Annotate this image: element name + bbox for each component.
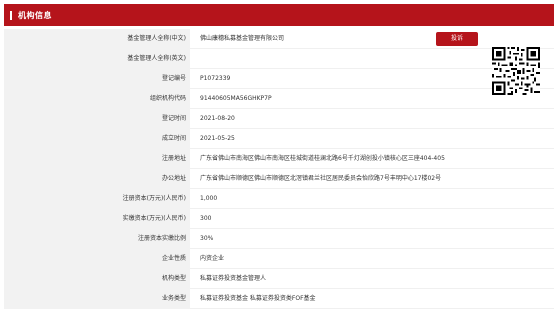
row-label: 注册资本实缴比例: [4, 228, 190, 249]
table-row: 实缴资本(万元)(人民币) 300: [4, 208, 554, 229]
section-title: 机构信息: [18, 11, 52, 20]
qr-code-icon: [492, 47, 540, 95]
row-label: 企业性质: [4, 248, 190, 269]
header-accent-bar: [10, 11, 12, 20]
row-label: 机构类型: [4, 268, 190, 289]
table-row: 登记编号 P1072339: [4, 68, 554, 89]
row-label: 注册地址: [4, 148, 190, 169]
table-row: 办公地址 广东省佛山市顺德区佛山市顺德区北滘镇君兰社区居民委员会怡欣路7号丰明中…: [4, 168, 554, 189]
row-label: 登记时间: [4, 108, 190, 129]
row-value: 私募证券投资基金管理人: [190, 268, 554, 289]
table-row: 业务类型 私募证券投资基金 私募证券投资类FOF基金: [4, 288, 554, 309]
table-row: 企业性质 内资企业: [4, 248, 554, 269]
complain-button[interactable]: 投诉: [436, 32, 478, 46]
row-value: 2021-05-25: [190, 128, 554, 149]
table-row: 成立时间 2021-05-25: [4, 128, 554, 149]
section-header: 机构信息: [4, 4, 554, 26]
row-label: 实缴资本(万元)(人民币): [4, 208, 190, 229]
row-value: 内资企业: [190, 248, 554, 269]
table-row: 机构类型 私募证券投资基金管理人: [4, 268, 554, 289]
row-label: 办公地址: [4, 168, 190, 189]
row-label: 登记编号: [4, 68, 190, 89]
row-label: 组织机构代码: [4, 88, 190, 109]
table-row: 注册资本(万元)(人民币) 1,000: [4, 188, 554, 209]
table-row: 登记时间 2021-08-20: [4, 108, 554, 129]
row-label: 基金管理人全称(英文): [4, 48, 190, 69]
row-label: 业务类型: [4, 288, 190, 309]
row-value: 广东省佛山市南海区佛山市南海区桂城街道桂澜北路6号千灯湖创投小镇核心区三座404…: [190, 148, 554, 169]
row-label: 成立时间: [4, 128, 190, 149]
row-value: 广东省佛山市顺德区佛山市顺德区北滘镇君兰社区居民委员会怡欣路7号丰明中心17楼0…: [190, 168, 554, 189]
row-label: 注册资本(万元)(人民币): [4, 188, 190, 209]
row-label: 基金管理人全称(中文): [4, 28, 190, 49]
table-row: 注册地址 广东省佛山市南海区佛山市南海区桂城街道桂澜北路6号千灯湖创投小镇核心区…: [4, 148, 554, 169]
row-value: 30%: [190, 228, 554, 249]
info-table: 基金管理人全称(中文) 佛山康穗私募基金管理有限公司 基金管理人全称(英文) 登…: [4, 28, 554, 309]
row-value: 佛山康穗私募基金管理有限公司: [190, 28, 554, 49]
row-value: 私募证券投资基金 私募证券投资类FOF基金: [190, 288, 554, 309]
row-value: 2021-08-20: [190, 108, 554, 129]
row-value: 300: [190, 208, 554, 229]
table-row: 基金管理人全称(英文): [4, 48, 554, 69]
table-row: 组织机构代码 91440605MA56GHKP7P: [4, 88, 554, 109]
table-row: 注册资本实缴比例 30%: [4, 228, 554, 249]
row-value: 1,000: [190, 188, 554, 209]
page: 机构信息 基金管理人全称(中文) 佛山康穗私募基金管理有限公司 基金管理人全称(…: [0, 0, 558, 312]
